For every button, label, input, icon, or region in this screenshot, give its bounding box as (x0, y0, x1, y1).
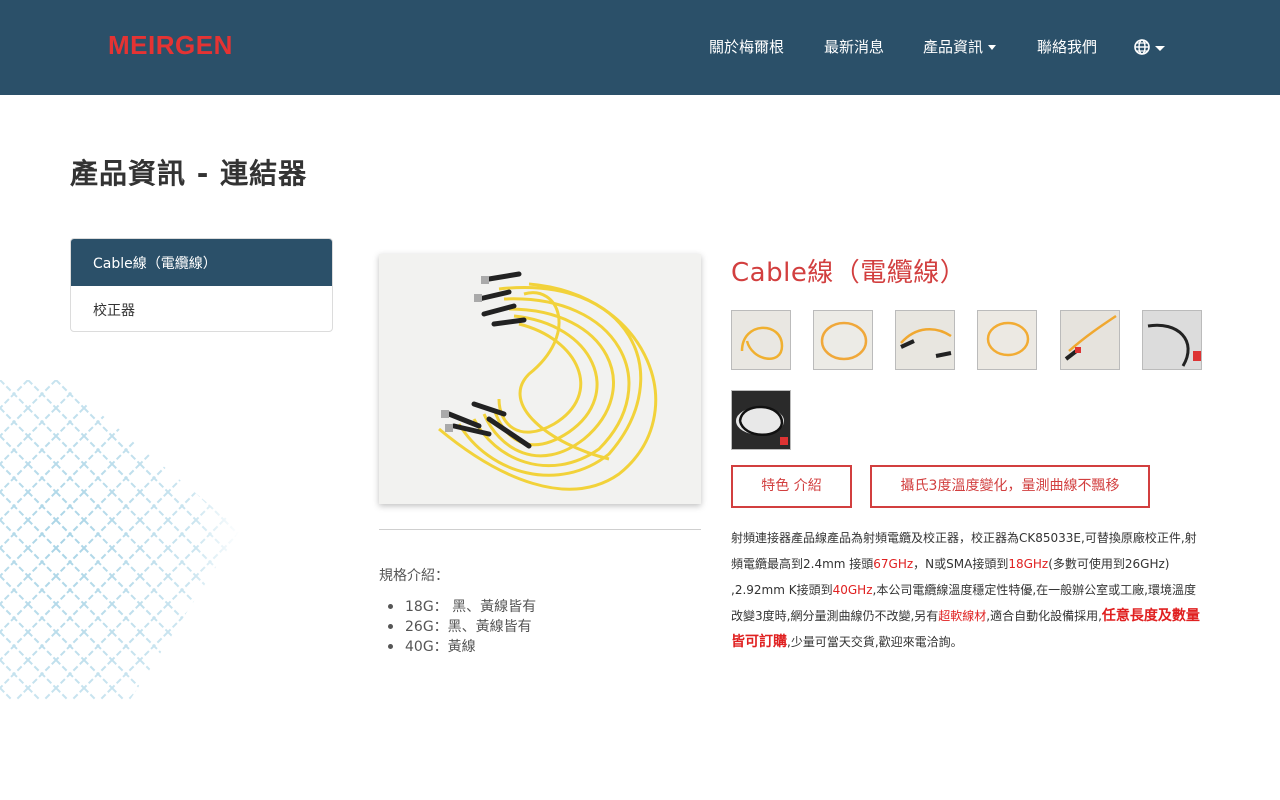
nav-news[interactable]: 最新消息 (824, 36, 884, 57)
thumbnail-image (732, 391, 790, 449)
temperature-stability-button[interactable]: 攝氏3度溫度變化，量測曲線不飄移 (870, 465, 1150, 508)
product-thumbnail-1[interactable] (731, 310, 791, 370)
product-thumbnail-6[interactable] (1142, 310, 1202, 370)
decorative-pattern (0, 380, 240, 700)
desc-text: ，N或SMA接頭到 (913, 557, 1009, 571)
thumbnail-image (814, 311, 872, 369)
chevron-down-icon (988, 45, 997, 50)
product-thumbnail-4[interactable] (977, 310, 1037, 370)
product-description: 射頻連接器產品線產品為射頻電纜及校正器，校正器為CK85033E,可替換原廠校正… (731, 525, 1201, 655)
product-thumbnail-3[interactable] (895, 310, 955, 370)
product-thumbnail-7[interactable] (731, 390, 791, 450)
sidebar-item-cable[interactable]: Cable線（電纜線） (71, 239, 332, 286)
nav-contact[interactable]: 聯絡我們 (1037, 36, 1097, 57)
spec-item: 26G：黑、黃線皆有 (387, 617, 536, 637)
thumbnail-image (978, 311, 1036, 369)
category-sidebar: Cable線（電纜線） 校正器 (70, 238, 333, 332)
sidebar-item-calibrator[interactable]: 校正器 (71, 286, 332, 331)
thumbnail-image (1143, 311, 1201, 369)
product-title: Cable線（電纜線） (731, 258, 967, 288)
cable-photo-icon (379, 254, 701, 504)
divider (379, 529, 701, 530)
desc-highlight: 18GHz (1008, 557, 1049, 571)
thumbnail-image (896, 311, 954, 369)
desc-highlight: 超軟線材 (938, 609, 987, 623)
page-title: 產品資訊 - 連結器 (70, 157, 308, 190)
product-thumbnail-2[interactable] (813, 310, 873, 370)
product-thumbnail-5[interactable] (1060, 310, 1120, 370)
spec-item: 40G：黃線 (387, 637, 536, 657)
nav-products[interactable]: 產品資訊 (923, 36, 997, 57)
product-main-image[interactable] (379, 254, 701, 504)
desc-highlight: 40GHz (832, 583, 873, 597)
desc-text: ,適合自動化設備採用, (986, 609, 1102, 623)
spec-list: 18G： 黑、黃線皆有 26G：黑、黃線皆有 40G：黃線 (387, 597, 537, 657)
globe-icon (1134, 39, 1165, 55)
nav-about[interactable]: 關於梅爾根 (709, 36, 784, 57)
spec-item: 18G： 黑、黃線皆有 (387, 599, 537, 615)
desc-highlight: 67GHz (873, 557, 914, 571)
logo[interactable]: MEIRGEN (108, 30, 233, 61)
features-button[interactable]: 特色 介紹 (731, 465, 852, 508)
desc-text: ,少量可當天交貨,歡迎來電洽詢。 (787, 635, 963, 649)
thumbnail-image (1061, 311, 1119, 369)
language-switcher[interactable] (1134, 38, 1170, 58)
spec-label: 規格介紹： (379, 568, 449, 584)
top-navbar: MEIRGEN 關於梅爾根 最新消息 產品資訊 聯絡我們 (0, 0, 1280, 95)
thumbnail-image (732, 311, 790, 369)
nav-products-label: 產品資訊 (923, 38, 984, 56)
